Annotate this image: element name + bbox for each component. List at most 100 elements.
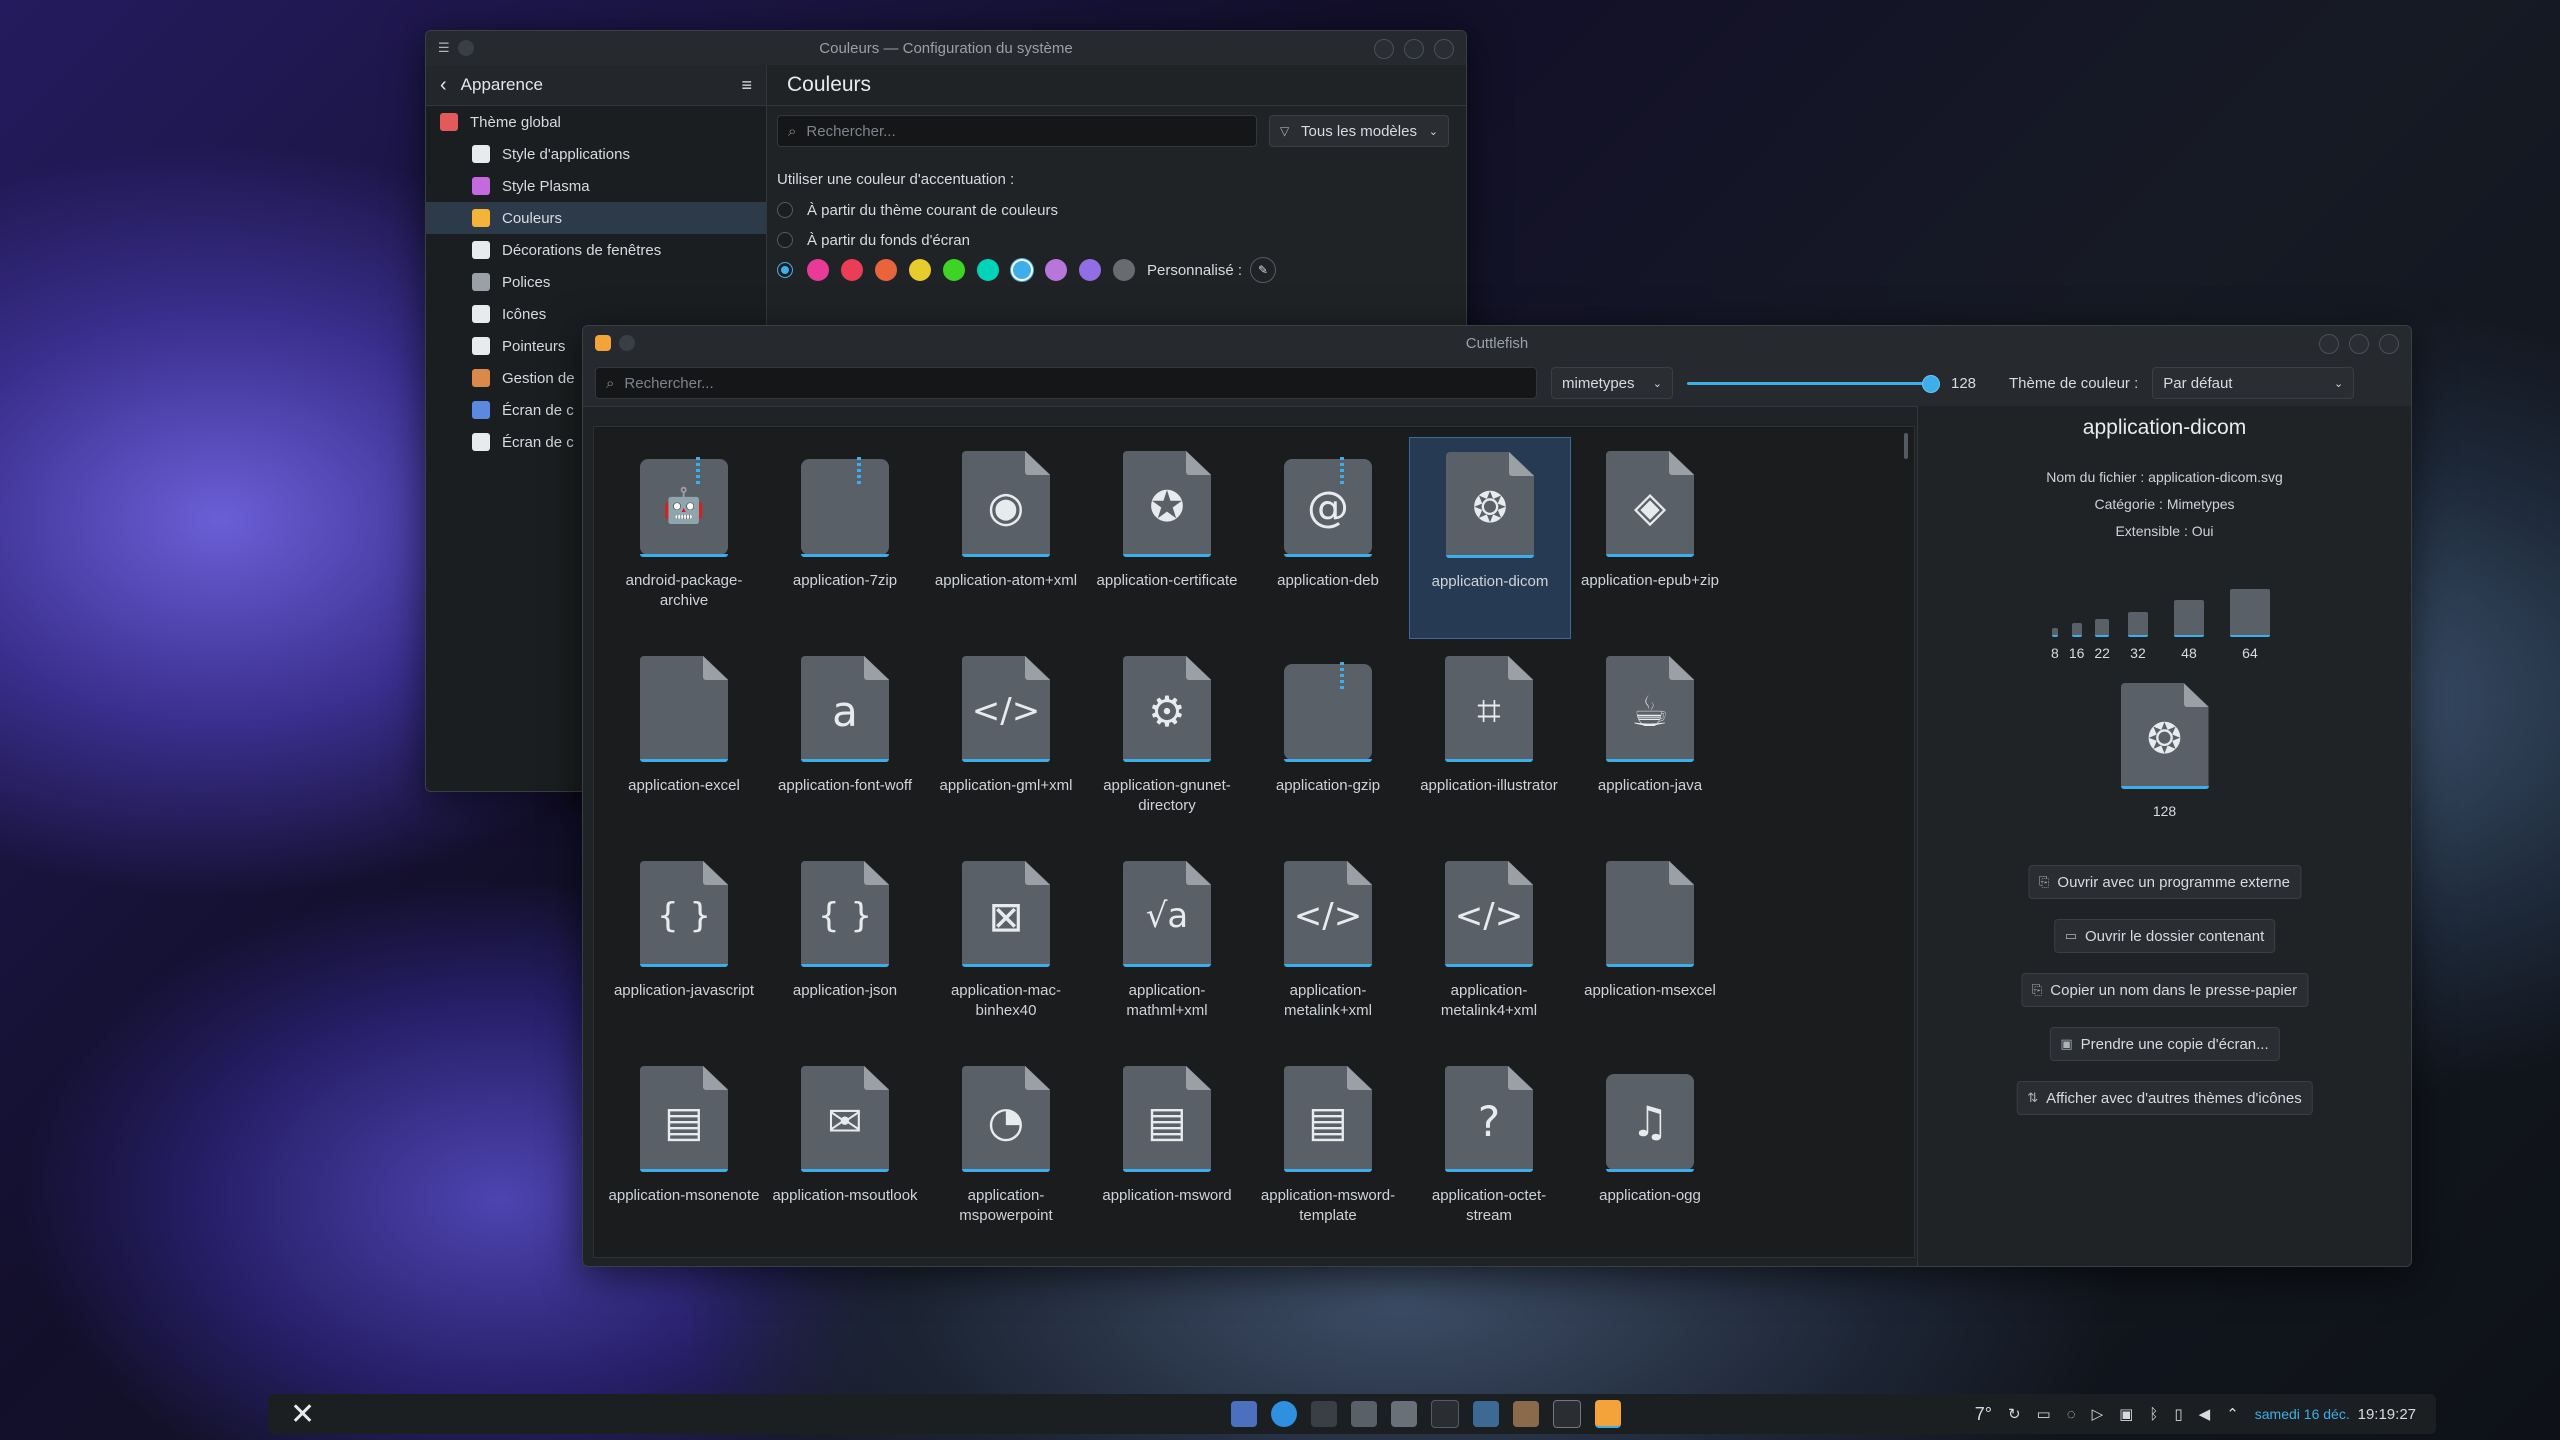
pin-button[interactable] <box>619 335 635 351</box>
color-swatch-9[interactable] <box>1113 259 1135 281</box>
icon-cell[interactable]: a application-font-woff <box>765 642 925 842</box>
icon-cell[interactable]: ✪ application-certificate <box>1087 437 1247 637</box>
color-picker-button[interactable]: ✎ <box>1250 257 1277 283</box>
icon-cell[interactable]: ❂ application-dicom <box>1409 437 1571 639</box>
icon-cell[interactable]: 🤖 android-package-archive <box>604 437 764 637</box>
sidebar-item-3[interactable]: Couleurs <box>426 202 766 234</box>
color-swatch-2[interactable] <box>875 259 897 281</box>
size-slider-handle[interactable] <box>1921 375 1940 393</box>
color-theme-dropdown[interactable]: Par défaut ⌄ <box>2152 367 2355 399</box>
accent-option-wallpaper[interactable]: À partir du fonds d'écran <box>777 225 1276 255</box>
display-icon[interactable]: ▭ <box>2037 1405 2051 1423</box>
action-button-2[interactable]: ⎘ Copier un nom dans le presse-papier <box>2020 973 2309 1007</box>
icon-cell[interactable]: ▤ application-msonenote <box>604 1052 764 1252</box>
close-button[interactable] <box>2379 334 2399 354</box>
icon-cell[interactable]: ? application-octet-stream <box>1409 1052 1569 1252</box>
app-menu-icon[interactable]: ☰ <box>438 40 450 56</box>
sidebar-item-4[interactable]: Décorations de fenêtres <box>426 234 766 266</box>
size-preview-8[interactable]: 8 <box>2051 628 2059 661</box>
color-swatch-8[interactable] <box>1079 259 1101 281</box>
accent-option-theme[interactable]: À partir du thème courant de couleurs <box>777 195 1276 225</box>
settings-titlebar[interactable]: ☰ Couleurs — Configuration du système <box>426 31 1466 65</box>
cuttlefish-app-icon[interactable] <box>595 335 611 351</box>
action-button-0[interactable]: ⎘ Ouvrir avec un programme externe <box>2027 865 2302 899</box>
icon-cell[interactable]: application-excel <box>604 642 764 842</box>
clipboard-icon[interactable]: ▣ <box>2119 1405 2133 1423</box>
icon-cell[interactable]: { } application-json <box>765 847 925 1047</box>
icon-cell[interactable]: application-gzip <box>1248 642 1408 842</box>
weather-temperature[interactable]: 7° <box>1975 1404 1992 1425</box>
sidebar-item-0[interactable]: Thème global <box>426 106 766 138</box>
radio-wallpaper[interactable] <box>777 232 793 248</box>
icon-cell[interactable]: </> application-gml+xml <box>926 642 1086 842</box>
icon-cell[interactable]: { } application-javascript <box>604 847 764 1047</box>
size-preview-32[interactable]: 32 <box>2127 612 2148 661</box>
icon-cell[interactable]: </> application-metalink+xml <box>1248 847 1408 1047</box>
close-button[interactable] <box>1434 39 1454 59</box>
task-cuttlefish-active-icon[interactable] <box>1594 1400 1621 1428</box>
volume-icon[interactable]: ◀ <box>2199 1405 2211 1423</box>
icon-cell[interactable]: application-7zip <box>765 437 925 637</box>
radio-custom[interactable] <box>777 262 793 278</box>
icon-cell[interactable]: ⌗ application-illustrator <box>1409 642 1569 842</box>
maximize-button[interactable] <box>1404 39 1424 59</box>
cuttlefish-titlebar[interactable]: Cuttlefish <box>583 326 2411 360</box>
clock[interactable]: samedi 16 déc. 19:19:27 <box>2255 1406 2416 1423</box>
task-terminal-icon[interactable] <box>1310 1401 1337 1427</box>
icon-cell[interactable]: @ application-deb <box>1248 437 1408 637</box>
icon-cell[interactable]: ▤ application-msword-template <box>1248 1052 1408 1252</box>
icon-cell[interactable]: ▤ application-msword <box>1087 1052 1247 1252</box>
color-swatch-4[interactable] <box>943 259 965 281</box>
action-button-4[interactable]: ⇅ Afficher avec d'autres thèmes d'icônes <box>2016 1081 2313 1115</box>
sidebar-item-2[interactable]: Style Plasma <box>426 170 766 202</box>
pin-button[interactable] <box>457 40 474 56</box>
color-swatch-1[interactable] <box>841 259 863 281</box>
color-swatch-3[interactable] <box>909 259 931 281</box>
minimize-button[interactable] <box>2319 334 2339 354</box>
task-store-icon[interactable] <box>1390 1401 1417 1427</box>
task-cuttlefish-icon[interactable] <box>1230 1401 1257 1427</box>
icon-cell[interactable]: ◔ application-mspowerpoint <box>926 1052 1086 1252</box>
size-slider[interactable] <box>1687 373 1940 393</box>
accent-option-custom[interactable]: Personnalisé : ✎ <box>777 255 1277 285</box>
minimize-button[interactable] <box>1374 39 1394 59</box>
task-settings-icon[interactable] <box>1552 1400 1581 1428</box>
tray-expand-icon[interactable]: ⌃ <box>2226 1405 2239 1423</box>
action-button-3[interactable]: ▣ Prendre une copie d'écran... <box>2049 1027 2280 1061</box>
battery-icon[interactable]: ▯ <box>2174 1405 2182 1423</box>
task-files-icon[interactable] <box>1350 1401 1377 1427</box>
bluetooth-icon[interactable]: ᛒ <box>2149 1406 2158 1423</box>
color-swatch-6[interactable] <box>1011 259 1033 281</box>
size-preview-16[interactable]: 16 <box>2069 623 2084 661</box>
icon-cell[interactable]: √a application-mathml+xml <box>1087 847 1247 1047</box>
icon-cell[interactable]: ☕ application-java <box>1570 642 1730 842</box>
launcher-icon[interactable]: ✕ <box>290 1397 315 1432</box>
sidebar-item-5[interactable]: Polices <box>426 266 766 298</box>
hamburger-menu-icon[interactable]: ≡ <box>741 75 752 96</box>
icon-grid[interactable]: 🤖 android-package-archive application-7zip… <box>593 426 1915 1258</box>
task-console-icon[interactable] <box>1430 1400 1459 1428</box>
icon-cell[interactable]: </> application-metalink4+xml <box>1409 847 1569 1047</box>
maximize-button[interactable] <box>2349 334 2369 354</box>
task-gimp-icon[interactable] <box>1512 1401 1539 1427</box>
color-swatch-7[interactable] <box>1045 259 1067 281</box>
task-browser-icon[interactable] <box>1270 1401 1297 1427</box>
size-preview-22[interactable]: 22 <box>2094 619 2110 661</box>
icon-cell[interactable]: application-msexcel <box>1570 847 1730 1047</box>
category-dropdown[interactable]: mimetypes ⌄ <box>1551 367 1673 399</box>
icon-cell[interactable]: ◉ application-atom+xml <box>926 437 1086 637</box>
icon-cell[interactable]: ♫ application-ogg <box>1570 1052 1730 1252</box>
color-swatch-0[interactable] <box>807 259 829 281</box>
network-icon[interactable]: ◌ <box>2067 1406 2076 1423</box>
icon-search-input[interactable]: ⌕ Rechercher... <box>595 367 1537 399</box>
filter-dropdown[interactable]: ▽ Tous les modèles ⌄ <box>1269 115 1449 147</box>
color-swatch-5[interactable] <box>977 259 999 281</box>
update-icon[interactable]: ↻ <box>2008 1405 2021 1423</box>
task-dolphin-icon[interactable] <box>1472 1401 1499 1427</box>
icon-cell[interactable]: ✉ application-msoutlook <box>765 1052 925 1252</box>
action-button-1[interactable]: ▭ Ouvrir le dossier contenant <box>2053 919 2276 953</box>
icon-cell[interactable]: ⚙ application-gnunet-directory <box>1087 642 1247 842</box>
radio-theme[interactable] <box>777 202 793 218</box>
size-preview-64[interactable]: 64 <box>2229 589 2270 661</box>
grid-scrollbar[interactable] <box>1904 433 1908 459</box>
